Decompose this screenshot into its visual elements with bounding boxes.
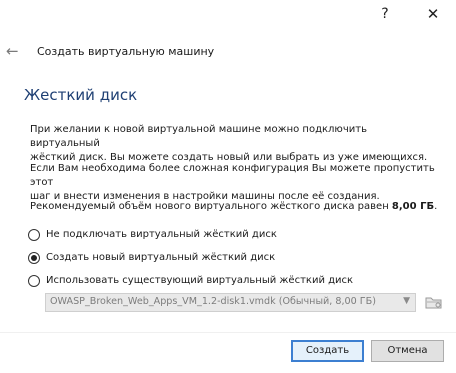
existing-disk-value: OWASP_Broken_Web_Apps_VM_1.2-disk1.vmdk … — [50, 296, 376, 307]
recommended-size-text: Рекомендуемый объём нового виртуального … — [30, 200, 438, 214]
back-arrow-icon[interactable]: ← — [6, 38, 22, 66]
page-title: Жесткий диск — [24, 86, 138, 104]
option-create-disk-label: Создать новый виртуальный жёсткий диск — [46, 252, 276, 263]
recommended-size-value: 8,00 ГБ — [391, 201, 435, 212]
recommended-suffix: . — [434, 201, 438, 212]
close-button[interactable]: ✕ — [420, 2, 446, 26]
existing-disk-select[interactable]: OWASP_Broken_Web_Apps_VM_1.2-disk1.vmdk … — [45, 293, 416, 312]
recommended-prefix: Рекомендуемый объём нового виртуального … — [30, 201, 392, 212]
option-no-disk[interactable]: Не подключать виртуальный жёсткий диск — [28, 224, 277, 241]
advanced-paragraph: Если Вам необходима более сложная конфиг… — [30, 162, 435, 204]
radio-no-disk[interactable] — [28, 228, 40, 241]
create-button[interactable]: Создать — [291, 340, 364, 362]
cancel-button[interactable]: Отмена — [371, 340, 444, 362]
folder-icon — [425, 297, 442, 309]
option-no-disk-label: Не подключать виртуальный жёсткий диск — [46, 229, 277, 240]
wizard-header: ← Создать виртуальную машину — [0, 38, 456, 66]
intro-paragraph: При желании к новой виртуальной машине м… — [30, 123, 435, 165]
choose-disk-file-button[interactable] — [424, 292, 444, 312]
help-button[interactable]: ? — [372, 2, 398, 26]
wizard-title: Создать виртуальную машину — [37, 45, 215, 58]
intro-line-1: При желании к новой виртуальной машине м… — [30, 124, 367, 149]
chevron-down-icon[interactable]: ▼ — [403, 296, 410, 306]
radio-create-disk[interactable] — [28, 251, 40, 264]
radio-existing-disk[interactable] — [28, 274, 40, 287]
option-existing-disk[interactable]: Использовать существующий виртуальный жё… — [28, 270, 354, 287]
title-bar: ? ✕ — [0, 0, 456, 30]
advanced-line-1: Если Вам необходима более сложная конфиг… — [30, 163, 435, 188]
option-existing-disk-label: Использовать существующий виртуальный жё… — [46, 275, 354, 286]
option-create-disk[interactable]: Создать новый виртуальный жёсткий диск — [28, 247, 276, 264]
dialog-footer: Создать Отмена — [0, 332, 456, 373]
